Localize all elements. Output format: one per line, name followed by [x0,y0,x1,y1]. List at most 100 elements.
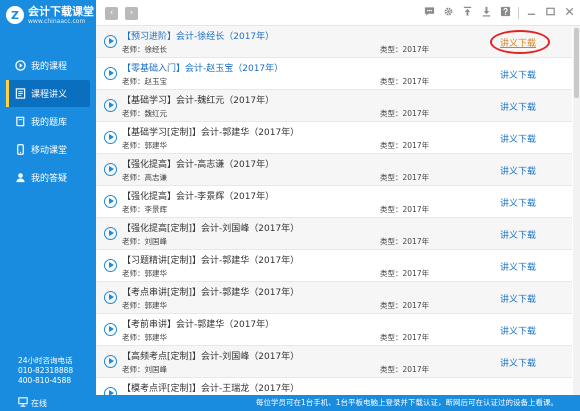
sidebar-item-course-notes[interactable]: 课程讲义 [6,80,90,107]
help-icon[interactable] [499,6,512,19]
list-item: 【基础学习】会计-魏红元（2017年） 老师：魏红元 类型：2017年 讲义下载 [96,90,572,122]
close-icon[interactable] [563,6,576,19]
list-item: 【基础学习[定制]】会计-郭建华（2017年） 老师：郭建华 类型：2017年 … [96,122,572,154]
app-name: 会计下载课堂 [28,5,94,18]
sidebar-item-my-qa[interactable]: 我的答疑 [6,164,90,191]
course-title[interactable]: 【考前串讲】会计-郭建华（2017年） [122,317,274,330]
user-icon [14,172,26,184]
footer-notice-text: 每位学员可在1台手机、1台平板电脑上登录并下载认证，断网后可在认证过的设备上看课… [256,398,559,407]
scrollbar-thumb[interactable] [574,28,579,98]
sidebar-item-label: 我的课程 [31,62,68,72]
play-icon[interactable] [104,99,117,112]
course-type: 类型：2017年 [380,365,430,374]
list-item: 【模考点评[定制]】会计-王瑞龙（2017年） [96,378,572,395]
notes-download-link[interactable]: 讲义下载 [500,260,536,273]
play-icon[interactable] [104,131,117,144]
network-icon [18,397,28,409]
notes-download-link[interactable]: 讲义下载 [500,132,536,145]
course-teacher: 老师：李景辉 [122,205,167,214]
book-icon [14,116,26,128]
play-icon[interactable] [104,67,117,80]
play-icon[interactable] [104,323,117,336]
notes-download-link[interactable]: 讲义下载 [500,164,536,177]
minimize-icon[interactable] [525,6,538,19]
app-logo: Z 会计下载课堂 www.chinaacc.com [0,0,96,34]
gear-icon[interactable] [442,6,455,19]
course-title[interactable]: 【高频考点[定制]】会计-刘国峰（2017年） [122,349,299,362]
play-icon[interactable] [104,355,117,368]
hotline-label: 24小时咨询电话 [18,356,73,365]
notes-download-link[interactable]: 讲义下载 [500,292,536,305]
course-title[interactable]: 【基础学习[定制]】会计-郭建华（2017年） [122,125,299,138]
course-title[interactable]: 【习题精讲[定制]】会计-郭建华（2017年） [122,253,299,266]
sidebar-item-my-courses[interactable]: 我的课程 [6,52,90,79]
course-title[interactable]: 【基础学习】会计-魏红元（2017年） [122,93,274,106]
sidebar-item-label: 课程讲义 [31,90,68,100]
course-type: 类型：2017年 [380,109,430,118]
sidebar: Z 会计下载课堂 www.chinaacc.com 我的课程 课程讲义 我的题库 [0,0,96,411]
play-circle-icon [14,60,26,72]
course-title[interactable]: 【强化提高[定制]】会计-刘国峰（2017年） [122,221,299,234]
course-teacher: 老师：魏红元 [122,109,167,118]
notes-download-link[interactable]: 讲义下载 [500,324,536,337]
hotline-phone-1: 010-82318888 [18,366,74,375]
course-title[interactable]: 【预习进阶】会计-徐经长（2017年） [122,29,274,42]
notes-download-link[interactable]: 讲义下载 [500,100,536,113]
course-teacher: 老师：郭建华 [122,333,167,342]
toolbar-divider [518,6,519,19]
play-icon[interactable] [104,35,117,48]
course-type: 类型：2017年 [380,141,430,150]
sidebar-item-question-bank[interactable]: 我的题库 [6,108,90,135]
forward-button[interactable]: › [125,7,138,20]
course-type: 类型：2017年 [380,269,430,278]
course-type: 类型：2017年 [380,205,430,214]
list-item: 【考前串讲】会计-郭建华（2017年） 老师：郭建华 类型：2017年 讲义下载 [96,314,572,346]
course-type: 类型：2017年 [380,45,430,54]
course-teacher: 老师：赵玉宝 [122,77,167,86]
play-icon[interactable] [104,387,117,395]
phone-icon [14,144,26,156]
course-type: 类型：2017年 [380,301,430,310]
sidebar-item-mobile-class[interactable]: 移动课堂 [6,136,90,163]
course-type: 类型：2017年 [380,173,430,182]
course-title[interactable]: 【零基础入门】会计-赵玉宝（2017年） [122,61,283,74]
annotation-ring [490,30,550,54]
sidebar-item-label: 我的题库 [31,118,68,128]
notes-download-link[interactable]: 讲义下载 [500,356,536,369]
course-teacher: 老师：刘国峰 [122,365,167,374]
sidebar-nav: 我的课程 课程讲义 我的题库 移动课堂 我的答疑 [0,52,96,191]
online-label: 在线 [31,398,47,408]
course-title[interactable]: 【强化提高】会计-高志谦（2017年） [122,157,274,170]
notes-download-link[interactable]: 讲义下载 [500,68,536,81]
notes-download-link[interactable]: 讲义下载 [500,196,536,209]
back-button[interactable]: ‹ [105,7,118,20]
list-item: 【零基础入门】会计-赵玉宝（2017年） 老师：赵玉宝 类型：2017年 讲义下… [96,58,572,90]
play-icon[interactable] [104,259,117,272]
maximize-icon[interactable] [544,6,557,19]
sidebar-item-label: 移动课堂 [31,146,68,156]
hotline-phone-2: 400-810-4588 [18,376,72,385]
course-title[interactable]: 【强化提高】会计-李景辉（2017年） [122,189,274,202]
scrollbar[interactable] [573,26,580,395]
play-icon[interactable] [104,195,117,208]
list-item: 【预习进阶】会计-徐经长（2017年） 老师：徐经长 类型：2017年 讲义下载 [96,26,572,58]
hotline-block: 24小时咨询电话 010-82318888 400-810-4588 [18,356,73,386]
download-icon[interactable] [480,6,493,19]
course-title[interactable]: 【模考点评[定制]】会计-王瑞龙（2017年） [122,381,299,394]
notes-icon [14,88,26,100]
list-item: 【强化提高】会计-高志谦（2017年） 老师：高志谦 类型：2017年 讲义下载 [96,154,572,186]
course-list: 【预习进阶】会计-徐经长（2017年） 老师：徐经长 类型：2017年 讲义下载… [96,26,572,395]
play-icon[interactable] [104,163,117,176]
upload-icon[interactable] [461,6,474,19]
list-item: 【考点串讲[定制]】会计-郭建华（2017年） 老师：郭建华 类型：2017年 … [96,282,572,314]
notes-download-link[interactable]: 讲义下载 [500,228,536,241]
footer-notice: 每位学员可在1台手机、1台平板电脑上登录并下载认证，断网后可在认证过的设备上看课… [96,395,580,411]
list-item: 【强化提高[定制]】会计-刘国峰（2017年） 老师：刘国峰 类型：2017年 … [96,218,572,250]
play-icon[interactable] [104,291,117,304]
course-title[interactable]: 【考点串讲[定制]】会计-郭建华（2017年） [122,285,299,298]
course-type: 类型：2017年 [380,77,430,86]
toolbar: ‹ › [96,0,580,26]
message-icon[interactable] [423,6,436,19]
play-icon[interactable] [104,227,117,240]
online-status[interactable]: 在线 [18,397,47,409]
